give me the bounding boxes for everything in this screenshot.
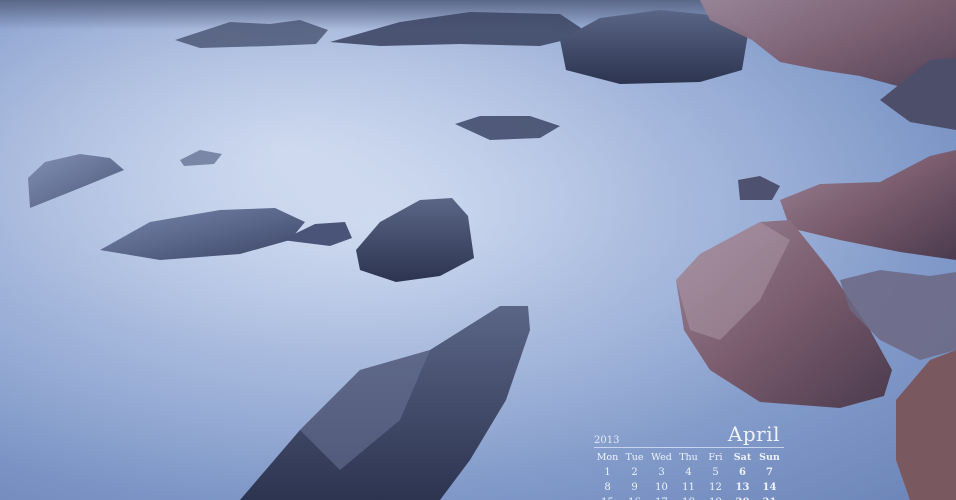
weekday-label: Thu [679, 452, 698, 463]
weekday-label: Sat [733, 452, 752, 463]
weekday-label: Mon [596, 452, 619, 463]
day-cell: 14 [762, 482, 777, 493]
weekday-label: Sun [759, 452, 780, 463]
day-cell: 5 [712, 467, 719, 478]
calendar-grid: Mon Tue Wed Thu Fri Sat Sun 1 2 3 4 5 6 … [594, 451, 784, 500]
rock-small-left [180, 150, 222, 166]
rocks-layer [28, 0, 956, 500]
weekday-label: Tue [625, 452, 644, 463]
day-cell: 17 [648, 496, 675, 500]
day-cell: 11 [682, 482, 695, 493]
calendar-year: 2013 [594, 435, 620, 446]
weekday-label: Wed [651, 452, 672, 463]
day-cell: 1 [604, 467, 611, 478]
small-rock-mid [455, 116, 560, 140]
far-rock-top-center [330, 12, 590, 46]
day-cell: 8 [604, 482, 611, 493]
day-cell: 19 [702, 496, 729, 500]
rock-mid-left [100, 208, 305, 260]
day-cell: 15 [594, 496, 621, 500]
rock-bottom-right [896, 350, 956, 500]
day-cell: 4 [685, 467, 692, 478]
rock-far-left [28, 154, 124, 208]
day-cell: 12 [709, 482, 722, 493]
weekday-label: Fri [708, 452, 723, 463]
day-cell: 21 [756, 496, 783, 500]
calendar-header: 2013 April [594, 422, 784, 448]
day-cell: 10 [655, 482, 668, 493]
day-cell: 16 [621, 496, 648, 500]
day-cell: 3 [658, 467, 665, 478]
day-cell: 6 [739, 467, 746, 478]
rock-right-stone [738, 176, 780, 200]
rock-mid-center [356, 198, 474, 282]
day-cell: 2 [631, 467, 638, 478]
calendar-month: April [727, 422, 780, 446]
day-cell: 9 [631, 482, 638, 493]
day-cell: 18 [675, 496, 702, 500]
wallpaper-scene: 2013 April Mon Tue Wed Thu Fri Sat Sun 1… [0, 0, 956, 500]
day-cell: 13 [735, 482, 750, 493]
day-cell: 7 [766, 467, 773, 478]
calendar-widget: 2013 April Mon Tue Wed Thu Fri Sat Sun 1… [594, 422, 784, 500]
day-cell: 20 [729, 496, 756, 500]
far-rock-top-left [175, 20, 328, 48]
